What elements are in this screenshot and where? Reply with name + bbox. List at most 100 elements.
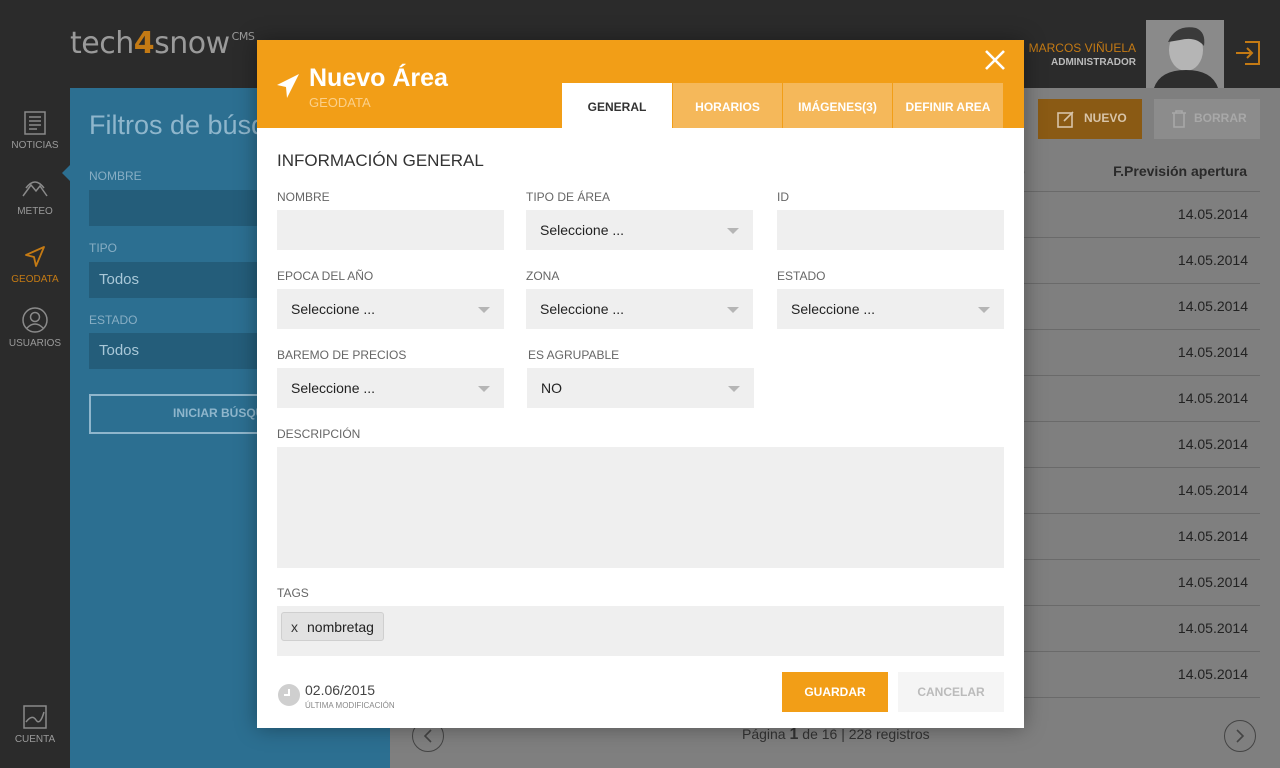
user-icon [22, 307, 48, 333]
tag-chip[interactable]: x nombretag [281, 612, 384, 641]
news-icon [24, 111, 46, 135]
tipo-area-value: Seleccione ... [540, 222, 625, 238]
close-icon[interactable] [983, 48, 1007, 72]
tab-imagenes[interactable]: IMÁGENES(3) [783, 83, 892, 128]
table-row-date: 14.05.2014 [1177, 436, 1248, 452]
caret-down-icon [978, 307, 990, 313]
main-sidebar: NOTICIAS METEO GEODATA USUARIOS CUENTA [0, 88, 70, 768]
filter-estado-label: ESTADO [89, 313, 138, 327]
table-row-date: 14.05.2014 [1177, 390, 1248, 406]
agrupable-select[interactable]: NO [527, 368, 754, 408]
weather-icon [22, 181, 48, 197]
new-area-modal: Nuevo Área GEODATA GENERAL HORARIOS IMÁG… [257, 40, 1024, 728]
tags-label: TAGS [277, 586, 309, 600]
table-row-date: 14.05.2014 [1177, 298, 1248, 314]
table-row-date: 14.05.2014 [1177, 666, 1248, 682]
save-button[interactable]: GUARDAR [782, 672, 888, 712]
table-row-date: 14.05.2014 [1177, 206, 1248, 222]
modal-title: Nuevo Área [309, 64, 448, 92]
user-avatar-icon [1146, 20, 1224, 88]
sidebar-item-label: USUARIOS [8, 338, 62, 349]
sidebar-item-label: CUENTA [14, 734, 56, 745]
baremo-value: Seleccione ... [291, 380, 376, 396]
baremo-label: BAREMO DE PRECIOS [277, 348, 407, 362]
last-modified-caption: ÚLTIMA MODIFICACIÓN [305, 701, 395, 710]
edit-icon [1057, 111, 1074, 128]
filter-tipo-label: TIPO [89, 241, 118, 255]
caret-down-icon [727, 228, 739, 234]
app-logo[interactable]: tech4snow CMS [70, 26, 255, 61]
descripcion-label: DESCRIPCIÓN [277, 427, 361, 441]
epoca-label: EPOCA DEL AÑO [277, 269, 374, 283]
baremo-select[interactable]: Seleccione ... [277, 368, 504, 408]
row-divider [1024, 283, 1260, 284]
estado-label: ESTADO [777, 269, 826, 283]
table-row-date: 14.05.2014 [1177, 252, 1248, 268]
caret-down-icon [478, 307, 490, 313]
descripcion-textarea[interactable] [277, 447, 1004, 568]
trash-icon [1172, 110, 1186, 128]
tab-definir-area[interactable]: DEFINIR AREA [893, 83, 1003, 128]
new-button-label: NUEVO [1084, 111, 1127, 125]
tag-remove-button[interactable]: x [291, 619, 298, 635]
location-arrow-icon [277, 74, 299, 98]
sidebar-item-noticias[interactable]: NOTICIAS [0, 110, 70, 151]
delete-button-label: BORRAR [1194, 111, 1247, 125]
tag-text: nombretag [307, 619, 374, 635]
tipo-area-select[interactable]: Seleccione ... [526, 210, 753, 250]
modal-subtitle: GEODATA [309, 95, 371, 110]
logout-icon[interactable] [1233, 38, 1263, 68]
estado-select[interactable]: Seleccione ... [777, 289, 1004, 329]
location-arrow-icon [25, 246, 45, 267]
row-divider [1024, 329, 1260, 330]
table-row-date: 14.05.2014 [1177, 574, 1248, 590]
delete-button[interactable]: BORRAR [1154, 99, 1260, 139]
row-divider [1024, 513, 1260, 514]
sidebar-item-meteo[interactable]: METEO [0, 176, 70, 217]
row-divider [1024, 697, 1260, 698]
sidebar-item-label: GEODATA [11, 274, 59, 285]
zona-label: ZONA [526, 269, 560, 283]
sidebar-active-notch [62, 165, 70, 181]
tab-horarios[interactable]: HORARIOS [673, 83, 782, 128]
row-divider [1024, 605, 1260, 606]
row-divider [1024, 467, 1260, 468]
row-divider [1024, 191, 1260, 192]
pagination-info: Página 1 de 16 | 228 registros [742, 726, 930, 743]
chevron-right-icon [1236, 729, 1245, 743]
last-modified-date: 02.06/2015 [305, 682, 376, 698]
id-label: ID [777, 190, 789, 204]
tags-input[interactable]: x nombretag [277, 606, 1004, 656]
nombre-label: NOMBRE [277, 190, 330, 204]
tab-general[interactable]: GENERAL [562, 83, 672, 128]
table-row-date: 14.05.2014 [1177, 528, 1248, 544]
row-divider [1024, 651, 1260, 652]
caret-down-icon [727, 307, 739, 313]
new-button[interactable]: NUEVO [1038, 99, 1142, 139]
nombre-input[interactable] [277, 210, 504, 250]
estado-value: Seleccione ... [791, 301, 876, 317]
chevron-left-icon [423, 729, 432, 743]
zona-select[interactable]: Seleccione ... [526, 289, 753, 329]
modal-header: Nuevo Área GEODATA GENERAL HORARIOS IMÁG… [257, 40, 1024, 128]
filter-nombre-label: NOMBRE [89, 169, 142, 183]
epoca-select[interactable]: Seleccione ... [277, 289, 504, 329]
avatar[interactable] [1146, 20, 1224, 88]
next-page-button[interactable] [1224, 720, 1256, 752]
user-role: ADMINISTRADOR [1051, 57, 1136, 68]
cancel-button[interactable]: CANCELAR [898, 672, 1004, 712]
table-row-date: 14.05.2014 [1177, 482, 1248, 498]
caret-down-icon [728, 386, 740, 392]
tipo-area-label: TIPO DE ÁREA [526, 190, 611, 204]
agrupable-label: ES AGRUPABLE [528, 348, 620, 362]
sidebar-item-label: METEO [17, 206, 53, 217]
sidebar-item-geodata[interactable]: GEODATA [0, 244, 70, 285]
clock-icon [278, 684, 300, 706]
table-row-date: 14.05.2014 [1177, 620, 1248, 636]
table-row-date: 14.05.2014 [1177, 344, 1248, 360]
sidebar-item-cuenta[interactable]: CUENTA [0, 704, 70, 745]
column-header-fprevision[interactable]: F.Previsión apertura [1113, 163, 1247, 179]
sidebar-item-usuarios[interactable]: USUARIOS [0, 306, 70, 349]
id-input[interactable] [777, 210, 1004, 250]
agrupable-value: NO [541, 380, 562, 396]
